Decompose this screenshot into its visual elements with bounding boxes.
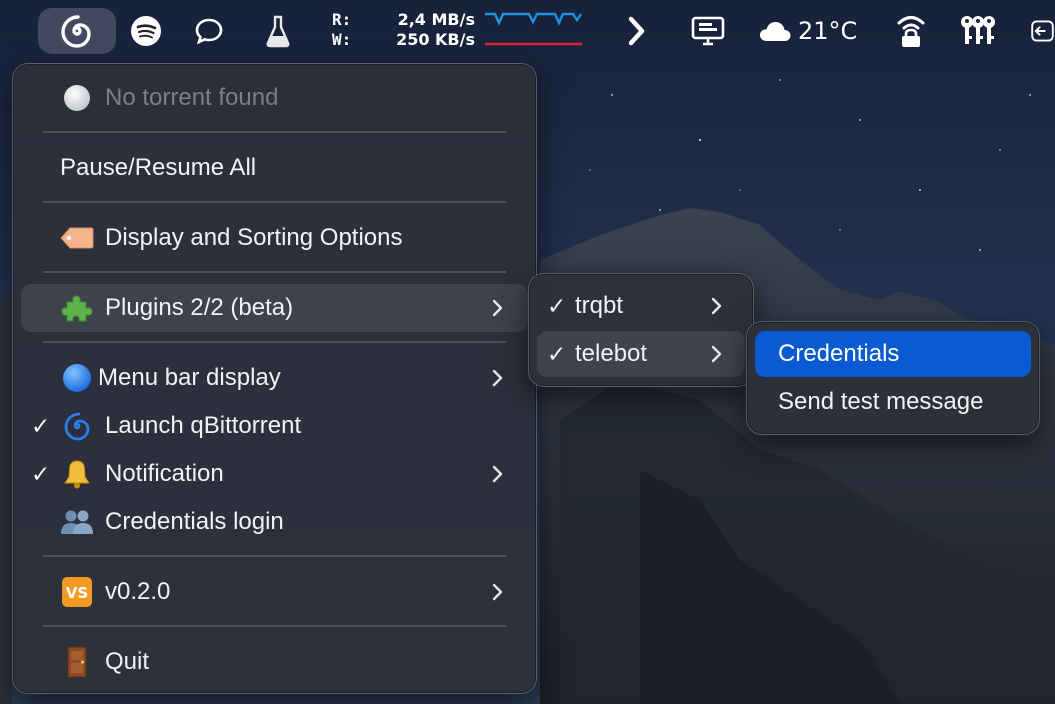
- menu-item-pause-resume-all[interactable]: Pause/Resume All: [13, 144, 536, 192]
- menu-item-label: Notification: [105, 460, 224, 487]
- submenu-item-telebot[interactable]: ✓ telebot: [537, 331, 745, 377]
- menu-item-no-torrent: No torrent found: [13, 74, 536, 122]
- checkmark-icon: ✓: [547, 340, 567, 367]
- checkmark-icon: ✓: [547, 292, 567, 319]
- monitor-icon[interactable]: [688, 8, 728, 54]
- wifi-lock-icon[interactable]: [894, 8, 928, 54]
- speed-graph: [485, 12, 582, 46]
- menu-item-label: Credentials login: [105, 508, 284, 535]
- label-tag-icon: [60, 221, 94, 255]
- menu-item-label: Plugins 2/2 (beta): [105, 294, 294, 321]
- cloud-icon: [760, 22, 791, 41]
- menu-item-label: Quit: [105, 648, 150, 675]
- chevron-right-icon: [711, 345, 722, 363]
- blue-circle-icon: [60, 361, 94, 395]
- submenu-item-label: Send test message: [778, 388, 984, 415]
- separator: [43, 555, 506, 557]
- chevron-right-icon: [711, 297, 722, 315]
- checkmark-icon: ✓: [31, 460, 51, 487]
- plugins-submenu: ✓ trqbt ✓ telebot: [528, 273, 754, 387]
- menu-item-label: Launch qBittorrent: [105, 412, 302, 439]
- separator: [43, 131, 506, 133]
- menu-item-plugins[interactable]: Plugins 2/2 (beta): [13, 284, 536, 332]
- menu-item-label: Menu bar display: [98, 364, 281, 391]
- read-speed-value: 2,4 MB/s: [397, 10, 475, 29]
- menu-item-menu-bar-display[interactable]: Menu bar display: [13, 354, 536, 402]
- separator: [43, 201, 506, 203]
- menu-item-display-sorting-options[interactable]: Display and Sorting Options: [13, 214, 536, 262]
- separator: [43, 271, 506, 273]
- menu-item-label: Pause/Resume All: [60, 154, 257, 181]
- menu-item-launch-qbittorrent[interactable]: ✓ Launch qBittorrent: [13, 402, 536, 450]
- telebot-submenu: Credentials Send test message: [746, 321, 1040, 435]
- vs-badge-icon: VS: [60, 575, 94, 609]
- write-speed-value: 250 KB/s: [396, 30, 475, 49]
- chat-bubble-icon[interactable]: [192, 8, 226, 54]
- submenu-item-credentials[interactable]: Credentials: [755, 331, 1031, 377]
- submenu-item-label: telebot: [575, 340, 648, 367]
- logout-icon[interactable]: [1030, 8, 1055, 54]
- chevron-right-icon: [492, 583, 503, 601]
- spotify-icon[interactable]: [128, 8, 164, 54]
- menu-item-label: v0.2.0: [105, 578, 171, 605]
- menu-item-notification[interactable]: ✓ Notification: [13, 450, 536, 498]
- bell-icon: [60, 457, 94, 491]
- submenu-item-send-test-message[interactable]: Send test message: [755, 379, 1031, 425]
- menu-bar: R: W: 2,4 MB/s 250 KB/s 21°C: [0, 0, 1055, 62]
- temperature-label: 21°C: [798, 17, 858, 45]
- menu-item-quit[interactable]: Quit: [13, 638, 536, 686]
- cyclone-icon: [60, 409, 94, 443]
- weather-widget[interactable]: 21°C: [758, 8, 864, 54]
- menu-item-label: No torrent found: [105, 84, 279, 111]
- menu-item-label: Display and Sorting Options: [105, 224, 403, 251]
- puzzle-piece-icon: [60, 291, 94, 325]
- people-icon: [60, 505, 94, 539]
- white-circle-icon: [60, 81, 94, 115]
- checkmark-icon: ✓: [31, 412, 51, 439]
- chevron-right-icon: [492, 369, 503, 387]
- network-speed-monitor[interactable]: R: W: 2,4 MB/s 250 KB/s: [330, 10, 585, 54]
- separator: [43, 625, 506, 627]
- separator: [43, 341, 506, 343]
- door-icon: [60, 645, 94, 679]
- flask-icon[interactable]: [262, 8, 294, 54]
- qbittorrent-status-icon[interactable]: [38, 8, 116, 54]
- vs-badge-text: VS: [66, 584, 88, 602]
- submenu-item-trqbt[interactable]: ✓ trqbt: [537, 283, 745, 329]
- keys-icon[interactable]: [958, 8, 998, 54]
- qbittorrent-menu: No torrent found Pause/Resume All Displa…: [12, 63, 537, 694]
- chevron-right-icon: [492, 299, 503, 317]
- submenu-item-label: trqbt: [575, 292, 624, 319]
- chevron-right-icon[interactable]: [620, 8, 652, 54]
- submenu-item-label: Credentials: [778, 340, 900, 367]
- menu-item-version[interactable]: VS v0.2.0: [13, 568, 536, 616]
- menu-item-credentials-login[interactable]: Credentials login: [13, 498, 536, 546]
- chevron-right-icon: [492, 465, 503, 483]
